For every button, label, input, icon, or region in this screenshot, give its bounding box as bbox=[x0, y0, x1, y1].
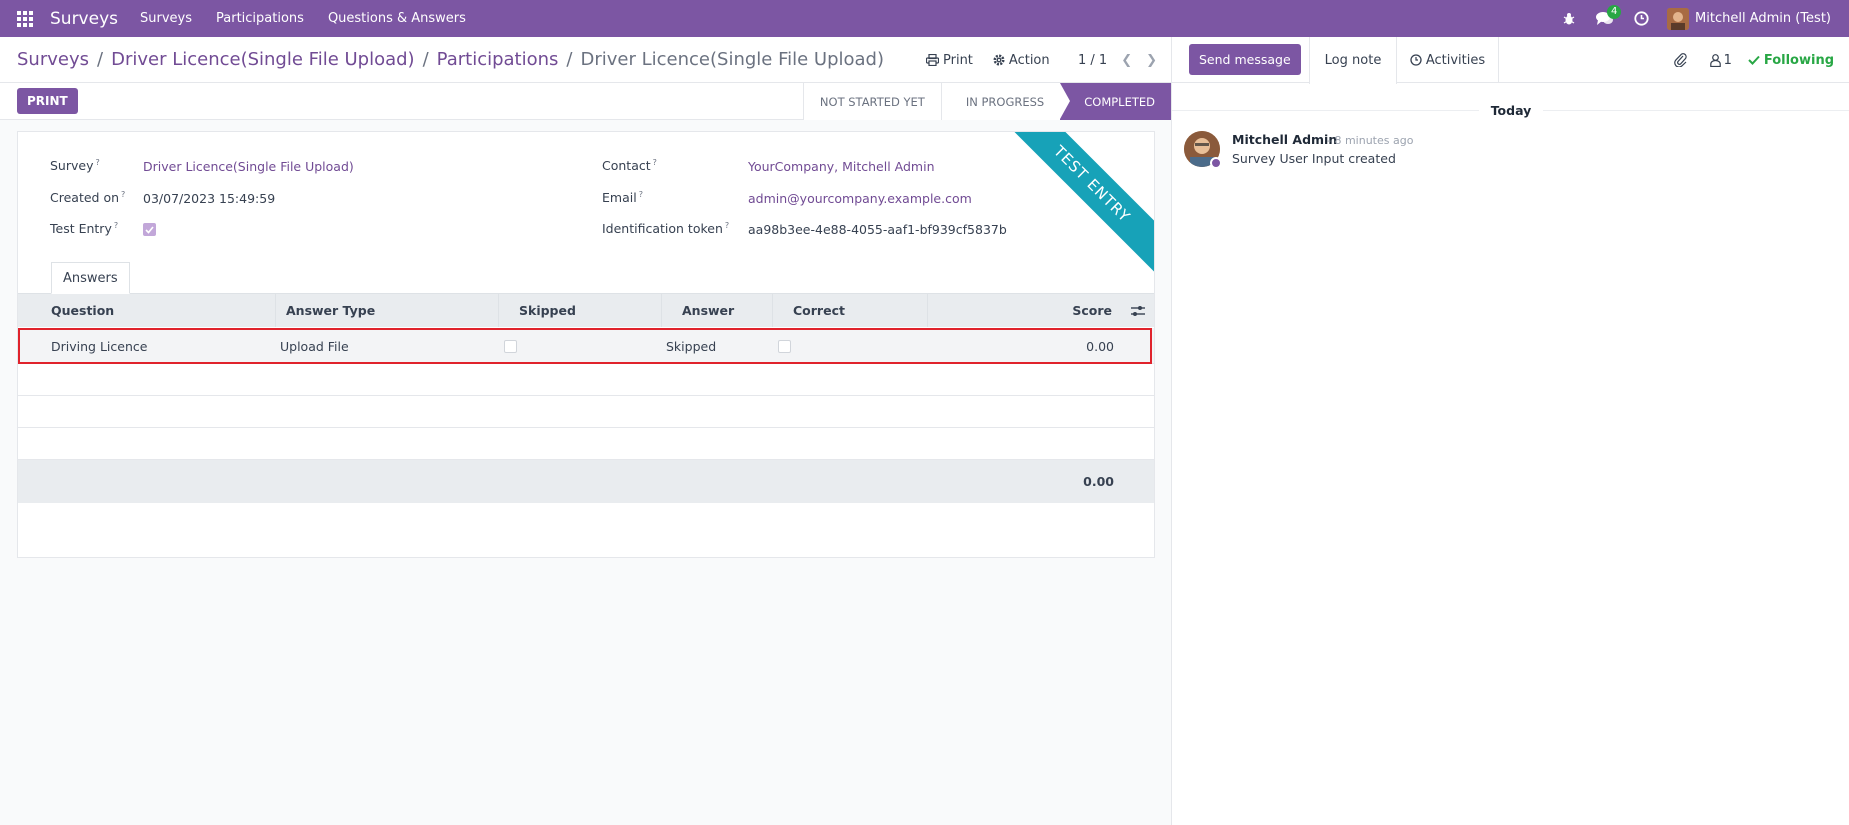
col-question[interactable]: Question bbox=[18, 294, 276, 327]
message-time: - 8 minutes ago bbox=[1327, 134, 1414, 147]
message-author[interactable]: Mitchell Admin bbox=[1232, 132, 1337, 147]
action-button[interactable]: Action bbox=[993, 53, 1050, 68]
check-icon bbox=[1748, 55, 1760, 65]
table-footer-total: 0.00 bbox=[18, 460, 1154, 503]
paperclip-icon[interactable] bbox=[1673, 53, 1688, 67]
stage-not-started[interactable]: NOT STARTED YET bbox=[802, 83, 941, 120]
messages-icon[interactable]: 4 bbox=[1587, 0, 1623, 37]
token-label: Identification token? bbox=[602, 221, 730, 237]
email-label: Email? bbox=[602, 190, 643, 206]
test-entry-ribbon: TEST ENTRY bbox=[1001, 132, 1154, 275]
answers-table-header: Question Answer Type Skipped Answer Corr… bbox=[18, 294, 1154, 327]
col-answer-type[interactable]: Answer Type bbox=[276, 294, 499, 327]
menu-surveys[interactable]: Surveys bbox=[140, 11, 192, 26]
stage-in-progress[interactable]: IN PROGRESS bbox=[940, 83, 1061, 120]
chatter-toolbar: Send message Log note Activities 1 Follo… bbox=[1172, 37, 1849, 84]
activities-button[interactable]: Activities bbox=[1397, 37, 1499, 83]
col-correct[interactable]: Correct bbox=[773, 294, 928, 327]
messages-badge: 4 bbox=[1607, 5, 1622, 19]
print-button[interactable]: Print bbox=[926, 53, 973, 68]
contact-label: Contact? bbox=[602, 158, 657, 174]
apps-menu-icon[interactable] bbox=[0, 0, 50, 37]
breadcrumb: Surveys / Driver Licence(Single File Upl… bbox=[17, 49, 884, 70]
empty-row bbox=[18, 396, 1154, 428]
stage-pipeline: NOT STARTED YET IN PROGRESS COMPLETED bbox=[802, 83, 1171, 120]
row-highlight-box bbox=[18, 328, 1152, 364]
user-avatar[interactable] bbox=[1667, 7, 1690, 30]
clock-icon bbox=[1410, 54, 1422, 66]
breadcrumb-current: Driver Licence(Single File Upload) bbox=[580, 49, 885, 70]
check-icon bbox=[145, 225, 154, 234]
created-on-label: Created on? bbox=[50, 190, 126, 206]
col-answer[interactable]: Answer bbox=[662, 294, 773, 327]
date-separator: Today bbox=[1172, 103, 1849, 118]
email-field[interactable]: admin@yourcompany.example.com bbox=[748, 191, 972, 206]
pager: 1 / 1 ❮ ❯ bbox=[1078, 37, 1157, 83]
top-navbar: Surveys Surveys Participations Questions… bbox=[0, 0, 1849, 37]
created-on-field: 03/07/2023 15:49:59 bbox=[143, 191, 276, 206]
col-score[interactable]: Score bbox=[928, 294, 1120, 327]
chevron-left-icon[interactable]: ❮ bbox=[1121, 53, 1132, 68]
col-skipped[interactable]: Skipped bbox=[499, 294, 662, 327]
menu-participations[interactable]: Participations bbox=[216, 11, 304, 26]
contact-field[interactable]: YourCompany, Mitchell Admin bbox=[748, 159, 935, 174]
user-name[interactable]: Mitchell Admin (Test) bbox=[1695, 11, 1831, 26]
tab-answers[interactable]: Answers bbox=[51, 262, 130, 294]
breadcrumb-survey[interactable]: Driver Licence(Single File Upload) bbox=[111, 49, 415, 70]
breadcrumb-separator: / bbox=[566, 49, 573, 70]
breadcrumb-separator: / bbox=[422, 49, 429, 70]
token-field: aa98b3ee-4e88-4055-aaf1-bf939cf5837b bbox=[748, 222, 1007, 237]
activities-label: Activities bbox=[1425, 52, 1486, 68]
following-label: Following bbox=[1763, 52, 1834, 68]
survey-label: Survey? bbox=[50, 158, 100, 174]
column-settings-icon[interactable] bbox=[1120, 294, 1154, 327]
user-icon bbox=[1709, 53, 1721, 67]
following-button[interactable]: Following bbox=[1748, 53, 1834, 68]
empty-row bbox=[18, 364, 1154, 396]
breadcrumb-surveys[interactable]: Surveys bbox=[17, 49, 89, 70]
log-note-button[interactable]: Log note bbox=[1309, 37, 1397, 84]
action-label: Action bbox=[1008, 52, 1050, 68]
send-message-button[interactable]: Send message bbox=[1189, 44, 1301, 75]
message-body: Survey User Input created bbox=[1232, 151, 1396, 166]
total-score: 0.00 bbox=[1083, 474, 1114, 489]
chevron-right-icon[interactable]: ❯ bbox=[1146, 53, 1157, 68]
clock-activity-icon[interactable] bbox=[1623, 0, 1659, 37]
print-icon bbox=[926, 54, 939, 66]
stage-completed[interactable]: COMPLETED bbox=[1060, 83, 1171, 120]
followers-count: 1 bbox=[1723, 52, 1732, 68]
followers-button[interactable]: 1 bbox=[1709, 52, 1732, 68]
form-sheet: TEST ENTRY Survey? Driver Licence(Single… bbox=[17, 131, 1155, 558]
online-status-icon bbox=[1210, 157, 1222, 169]
print-primary-button[interactable]: PRINT bbox=[17, 88, 78, 114]
chatter-panel: Send message Log note Activities 1 Follo… bbox=[1171, 37, 1849, 825]
breadcrumb-separator: / bbox=[97, 49, 104, 70]
pager-value[interactable]: 1 / 1 bbox=[1078, 53, 1107, 68]
app-brand[interactable]: Surveys bbox=[50, 9, 118, 29]
breadcrumb-participations[interactable]: Participations bbox=[437, 49, 559, 70]
test-entry-checkbox[interactable] bbox=[143, 223, 156, 236]
debug-bug-icon[interactable] bbox=[1551, 0, 1587, 37]
control-panel: Surveys / Driver Licence(Single File Upl… bbox=[0, 37, 1171, 83]
menu-questions-answers[interactable]: Questions & Answers bbox=[328, 11, 466, 26]
test-entry-label: Test Entry? bbox=[50, 221, 119, 237]
empty-row bbox=[18, 428, 1154, 460]
gear-icon bbox=[993, 54, 1005, 66]
survey-field[interactable]: Driver Licence(Single File Upload) bbox=[143, 159, 354, 174]
print-label: Print bbox=[943, 52, 973, 68]
status-bar: PRINT NOT STARTED YET IN PROGRESS COMPLE… bbox=[0, 83, 1171, 120]
